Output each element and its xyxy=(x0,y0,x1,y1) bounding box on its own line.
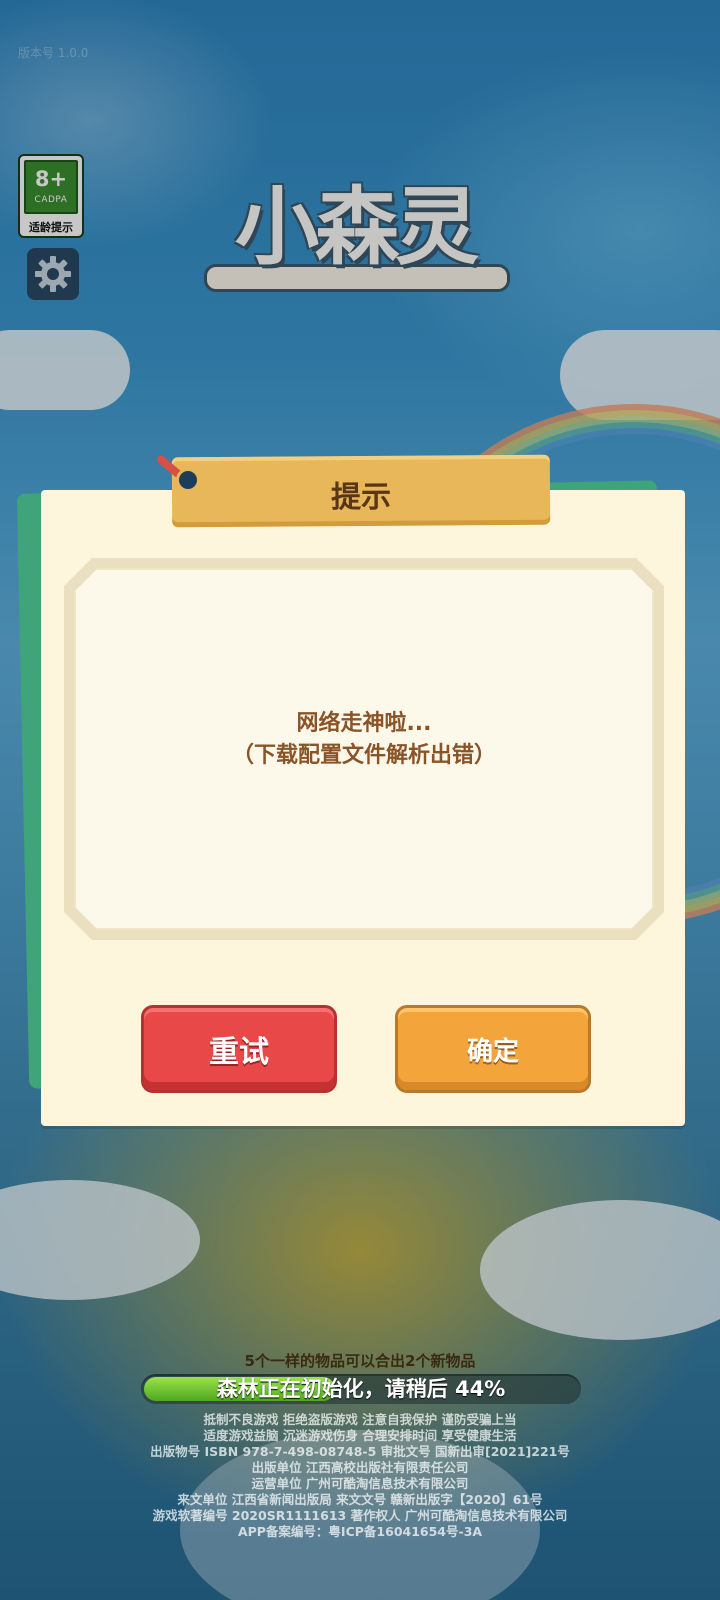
legal-line: 适度游戏益脑 沉迷游戏伤身 合理安排时间 享受健康生活 xyxy=(203,1428,517,1443)
legal-line: 运营单位 广州可酷淘信息技术有限公司 xyxy=(251,1476,469,1491)
dialog-message-line2: （下载配置文件解析出错） xyxy=(231,743,496,768)
loading-status: 森林正在初始化，请稍后 44% xyxy=(216,1377,506,1401)
dialog-message-line1: 网络走神啦... xyxy=(296,711,432,736)
loading-progress-bar: 森林正在初始化，请稍后 44% xyxy=(141,1374,581,1404)
legal-line: APP备案编号：粤ICP备16041654号-3A xyxy=(237,1524,483,1539)
confirm-button[interactable]: 确定 xyxy=(395,1005,591,1093)
legal-line: 来文单位 江西省新闻出版局 来文文号 赣新出版字【2020】61号 xyxy=(177,1492,543,1507)
retry-button[interactable]: 重试 xyxy=(141,1005,337,1093)
dialog-title-tab: 提示 xyxy=(171,454,551,528)
pin-decoration xyxy=(176,468,200,492)
dialog-message: 网络走神啦... （下载配置文件解析出错） xyxy=(74,708,654,772)
legal-line: 游戏软著编号 2020SR1111613 著作权人 广州可酷淘信息技术有限公司 xyxy=(152,1508,568,1523)
legal-line: 抵制不良游戏 拒绝盗版游戏 注意自我保护 谨防受骗上当 xyxy=(203,1412,517,1427)
dialog-title: 提示 xyxy=(330,479,392,516)
legal-info: 抵制不良游戏 拒绝盗版游戏 注意自我保护 谨防受骗上当 适度游戏益脑 沉迷游戏伤… xyxy=(0,1412,720,1540)
legal-line: 出版物号 ISBN 978-7-498-08748-5 审批文号 国新出审[20… xyxy=(150,1444,570,1459)
loading-tip: 5个一样的物品可以合出2个新物品 xyxy=(244,1352,476,1370)
legal-line: 出版单位 江西高校出版社有限责任公司 xyxy=(251,1460,469,1475)
